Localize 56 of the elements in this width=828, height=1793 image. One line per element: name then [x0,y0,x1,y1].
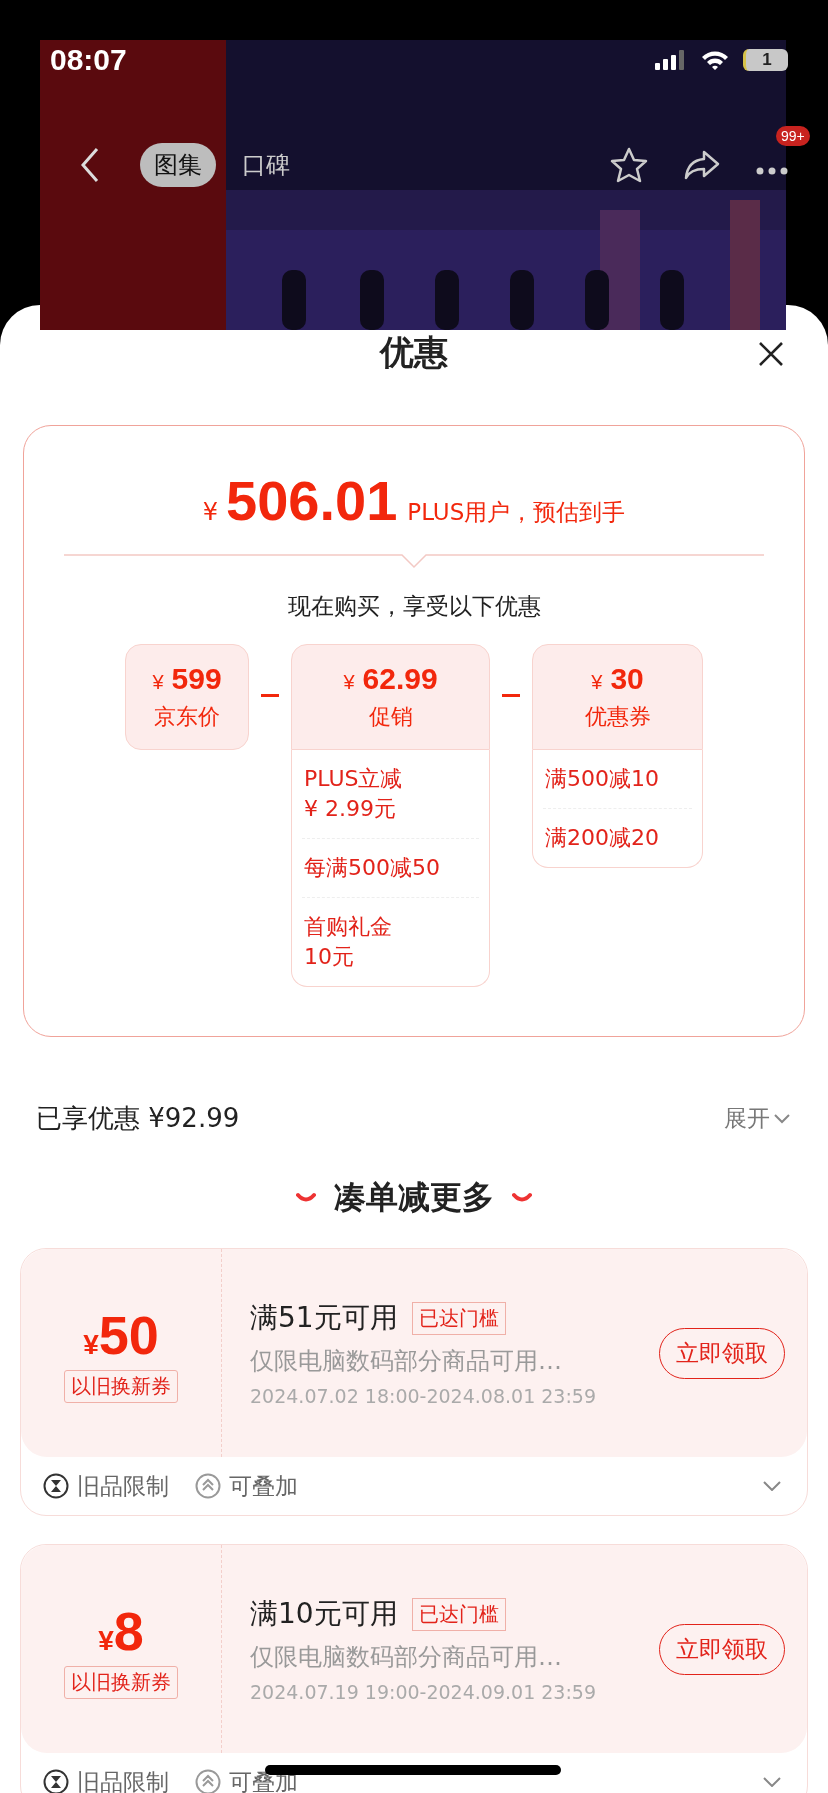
share-icon[interactable] [684,150,720,180]
chevron-down-icon [774,1113,790,1124]
close-icon[interactable] [758,341,784,367]
coupon-feature: 旧品限制 [77,1767,169,1793]
price-note: PLUS用户，预估到手 [407,498,626,527]
discount-item: 满200减20 [544,824,660,852]
expand-button[interactable]: 展开 [724,1103,790,1134]
coupon-feature: 可叠加 [229,1471,298,1501]
hourglass-icon [43,1769,69,1793]
price-label: 优惠券 [584,703,651,731]
coupon-amount: ¥8 [98,1599,144,1662]
smile-icon [512,1192,532,1204]
coupon-type-tag: 以旧换新券 [64,1665,178,1699]
validity-period: 2024.07.19 19:00-2024.09.01 23:59 [250,1681,598,1703]
price-amount: ¥ 62.99 [343,662,438,696]
discount-item: 满500减10 [543,750,692,809]
coupon-condition: 满10元可用 [250,1596,398,1632]
coupon-amount: ¥50 [83,1303,159,1366]
threshold-tag: 已达门槛 [411,1597,506,1631]
clock-time: 08:07 [50,43,127,77]
currency-symbol: ¥ [202,498,218,526]
coupon-description: 仅限电脑数码部分商品可用… [250,1642,563,1673]
price-label: 促销 [368,703,413,731]
hourglass-icon [43,1473,69,1499]
coupon-feature: 旧品限制 [77,1471,169,1501]
coupon-condition: 满51元可用 [250,1300,398,1336]
battery-icon: 1 [743,49,788,71]
signal-icon [655,50,687,70]
discount-item: PLUS立减 ¥ 2.99元 [302,750,479,839]
chevron-down-icon[interactable] [763,1481,781,1491]
more-icon[interactable] [756,166,788,175]
coupon-description: 仅限电脑数码部分商品可用… [250,1346,563,1377]
discount-item: 每满500减50 [302,839,479,898]
price-amount: ¥ 599 [152,662,222,696]
threshold-tag: 已达门槛 [411,1301,506,1335]
sheet-title: 优惠 [380,330,448,374]
section-title: 凑单减更多 [334,1177,494,1218]
wifi-icon [701,50,729,70]
smile-icon [296,1192,316,1204]
gallery-tab[interactable]: 口碑 [228,143,304,187]
back-icon[interactable] [80,147,100,183]
chevron-down-icon[interactable] [763,1777,781,1787]
discount-item: 首购礼金 10元 [303,913,393,971]
notification-badge: 99+ [776,125,810,146]
final-price: 506.01 [226,468,398,533]
price-label: 京东价 [154,703,220,731]
minus-icon [502,694,520,697]
savings-total: 已享优惠 ¥92.99 [36,1102,240,1135]
validity-period: 2024.07.02 18:00-2024.08.01 23:59 [250,1385,598,1407]
subtitle: 现在购买，享受以下优惠 [287,592,541,621]
minus-icon [261,694,279,697]
coupon-type-tag: 以旧换新券 [64,1369,178,1403]
star-icon[interactable] [610,147,648,183]
price-amount: ¥ 30 [591,662,644,696]
stack-icon [195,1769,221,1793]
stack-icon [195,1473,221,1499]
